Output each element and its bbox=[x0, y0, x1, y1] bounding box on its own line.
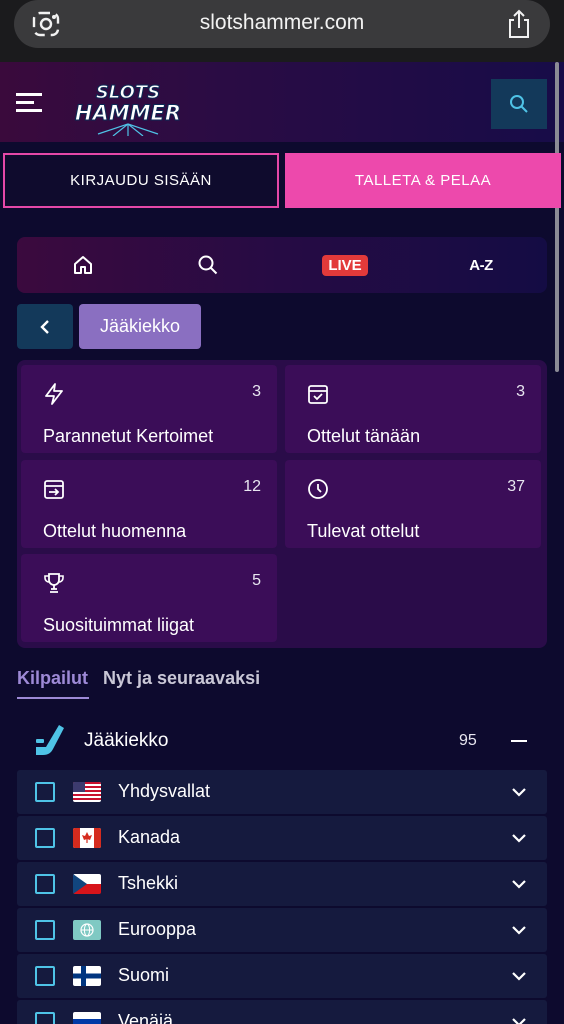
country-label: Suomi bbox=[118, 965, 170, 985]
az-label: A-Z bbox=[469, 256, 493, 274]
svg-text:SLOTS: SLOTS bbox=[96, 82, 160, 103]
address-bar[interactable]: slotshammer.com bbox=[14, 0, 550, 48]
chevron-down-icon[interactable] bbox=[511, 876, 527, 892]
site-logo[interactable]: SLOTS HAMMER bbox=[58, 76, 198, 136]
sport-title: Jääkiekko bbox=[84, 730, 169, 751]
nav-home[interactable] bbox=[61, 237, 105, 293]
country-row-finland[interactable]: Suomi bbox=[17, 954, 547, 998]
sport-nav-bar: LIVE A-Z bbox=[17, 237, 547, 293]
country-row-europe[interactable]: Eurooppa bbox=[17, 908, 547, 952]
category-card-popular-leagues[interactable]: 5 Suosituimmat liigat bbox=[21, 554, 277, 642]
country-row-russia[interactable]: Venäjä bbox=[17, 1000, 547, 1024]
category-card-enhanced-odds[interactable]: 3 Parannetut Kertoimet bbox=[21, 365, 277, 453]
live-badge: LIVE bbox=[322, 254, 368, 276]
back-button[interactable] bbox=[17, 304, 73, 349]
country-checkbox[interactable] bbox=[35, 782, 55, 802]
category-label: Ottelut huomenna bbox=[43, 521, 187, 541]
browser-toolbar: slotshammer.com bbox=[0, 0, 564, 62]
category-panel: 3 Parannetut Kertoimet 3 Ottelut tänään … bbox=[17, 360, 547, 648]
trophy-icon bbox=[44, 573, 64, 593]
country-label: Eurooppa bbox=[118, 919, 197, 939]
chevron-down-icon[interactable] bbox=[511, 968, 527, 984]
svg-text:HAMMER: HAMMER bbox=[75, 101, 181, 125]
country-checkbox[interactable] bbox=[35, 966, 55, 986]
menu-icon[interactable] bbox=[16, 92, 42, 114]
home-icon bbox=[74, 256, 92, 274]
category-count: 5 bbox=[252, 572, 261, 589]
category-card-upcoming[interactable]: 37 Tulevat ottelut bbox=[285, 460, 541, 548]
category-card-tomorrow[interactable]: 12 Ottelut huomenna bbox=[21, 460, 277, 548]
scrollbar-thumb[interactable] bbox=[555, 62, 559, 372]
category-count: 3 bbox=[516, 383, 525, 400]
country-checkbox[interactable] bbox=[35, 874, 55, 894]
tab-active-underline bbox=[17, 697, 89, 699]
country-label: Kanada bbox=[118, 827, 181, 847]
bolt-icon bbox=[45, 383, 63, 405]
category-label: Suosituimmat liigat bbox=[43, 615, 195, 635]
category-card-today[interactable]: 3 Ottelut tänään bbox=[285, 365, 541, 453]
country-row-canada[interactable]: Kanada bbox=[17, 816, 547, 860]
country-label: Yhdysvallat bbox=[118, 781, 211, 801]
nav-live[interactable]: LIVE bbox=[315, 237, 375, 293]
category-count: 3 bbox=[252, 383, 261, 400]
country-label: Tshekki bbox=[118, 873, 179, 893]
chevron-down-icon[interactable] bbox=[511, 922, 527, 938]
search-icon bbox=[198, 255, 218, 275]
header-search-button[interactable] bbox=[491, 79, 547, 129]
country-row-usa[interactable]: Yhdysvallat bbox=[17, 770, 547, 814]
ca-flag-icon bbox=[73, 828, 101, 848]
login-button[interactable]: KIRJAUDU SISÄÄN bbox=[3, 153, 279, 208]
category-count: 12 bbox=[243, 478, 261, 495]
site-header: SLOTS HAMMER bbox=[0, 62, 564, 142]
category-label: Tulevat ottelut bbox=[307, 521, 420, 541]
category-count: 37 bbox=[507, 478, 525, 495]
fi-flag-icon bbox=[73, 966, 101, 986]
tab-now-and-next[interactable]: Nyt ja seuraavaksi bbox=[103, 668, 260, 689]
deposit-play-button[interactable]: TALLETA & PELAA bbox=[285, 153, 561, 208]
clock-icon bbox=[308, 479, 328, 499]
cz-flag-icon bbox=[73, 874, 101, 894]
country-checkbox[interactable] bbox=[35, 920, 55, 940]
globe-flag-icon bbox=[73, 920, 101, 940]
sport-count: 95 bbox=[459, 732, 477, 749]
country-row-czechia[interactable]: Tshekki bbox=[17, 862, 547, 906]
country-checkbox[interactable] bbox=[35, 1012, 55, 1024]
country-label: Venäjä bbox=[118, 1011, 174, 1024]
country-checkbox[interactable] bbox=[35, 828, 55, 848]
category-label: Parannetut Kertoimet bbox=[43, 426, 214, 446]
chevron-down-icon[interactable] bbox=[511, 1014, 527, 1024]
url-text: slotshammer.com bbox=[199, 11, 365, 34]
chevron-down-icon[interactable] bbox=[511, 830, 527, 846]
breadcrumb-current[interactable]: Jääkiekko bbox=[79, 304, 201, 349]
nav-az[interactable]: A-Z bbox=[461, 237, 501, 293]
search-icon bbox=[510, 95, 528, 113]
calendar-arrow-icon bbox=[44, 480, 64, 499]
collapse-icon[interactable] bbox=[511, 740, 527, 742]
chevron-left-icon bbox=[40, 319, 49, 334]
chevron-down-icon[interactable] bbox=[511, 784, 527, 800]
nav-search[interactable] bbox=[186, 237, 230, 293]
category-label: Ottelut tänään bbox=[307, 426, 421, 446]
hockey-stick-icon bbox=[36, 725, 64, 755]
tab-competitions[interactable]: Kilpailut bbox=[17, 668, 88, 689]
calendar-check-icon bbox=[308, 385, 328, 404]
share-icon[interactable] bbox=[506, 9, 532, 39]
us-flag-icon bbox=[73, 782, 101, 802]
ru-flag-icon bbox=[73, 1012, 101, 1024]
